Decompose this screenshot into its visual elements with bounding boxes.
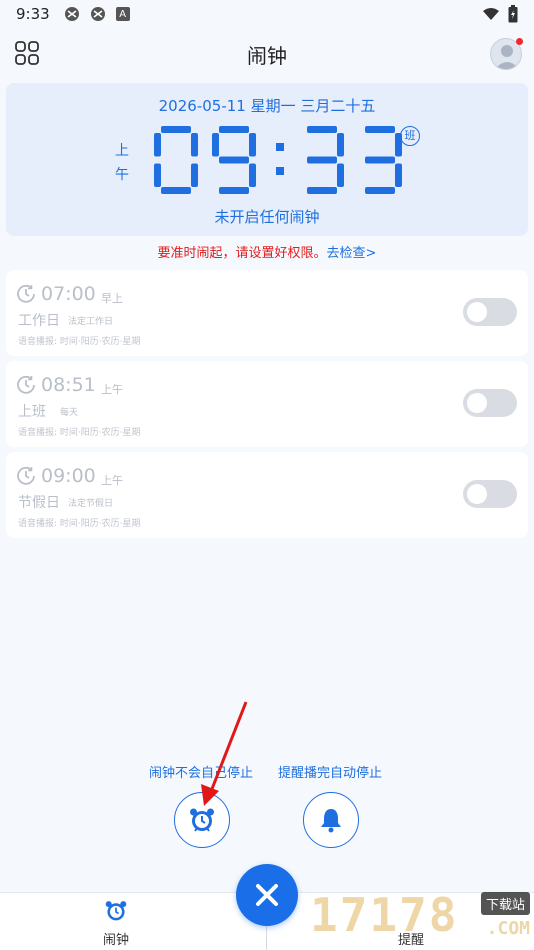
toggle-knob — [467, 302, 487, 322]
alarm-toggle[interactable] — [463, 480, 517, 508]
letter-a-icon: A — [115, 7, 130, 21]
alarm-voice-setting: 语音播报: 时间·阳历·农历·星期 — [18, 519, 141, 529]
page-title: 闹钟 — [247, 43, 287, 68]
digit-segment — [395, 163, 402, 187]
alarm-item[interactable]: 09:00 上午 节假日 法定节假日 语音播报: 时间·阳历·农历·星期 — [6, 452, 528, 538]
alarm-period: 上午 — [101, 383, 123, 396]
nav-divider — [266, 923, 267, 950]
digit-segment — [161, 187, 191, 194]
app-notification-icon — [64, 7, 79, 21]
status-time: 9:33 — [16, 5, 50, 23]
digital-clock-display — [154, 126, 402, 194]
digit-segment — [219, 126, 249, 133]
digit-segment — [307, 187, 337, 194]
alarm-time: 09:00 — [41, 465, 96, 487]
toggle-knob — [467, 484, 487, 504]
watermark-badge: 下载站 — [480, 892, 530, 915]
colon-dot — [276, 143, 284, 151]
grid-menu-icon[interactable] — [14, 40, 40, 66]
alarm-item[interactable]: 07:00 早上 工作日 法定工作日 语音播报: 时间·阳历·农历·星期 — [6, 270, 528, 356]
digit-segment — [212, 133, 219, 157]
alarm-status-text: 未开启任何闹钟 — [214, 208, 320, 226]
clock-outline-icon — [17, 466, 35, 485]
alarm-time: 08:51 — [41, 374, 96, 396]
watermark-digits: 17178 — [310, 888, 459, 942]
alarm-period: 上午 — [101, 474, 123, 487]
alarm-repeat: 法定节假日 — [68, 499, 114, 509]
wifi-icon — [483, 8, 499, 20]
workday-badge: 班 — [400, 126, 420, 146]
digit-segment — [365, 156, 395, 164]
close-icon — [256, 884, 278, 906]
status-bar: 9:33 A — [0, 0, 534, 28]
ampm-top: 上 — [115, 143, 129, 159]
alarm-toggle[interactable] — [463, 298, 517, 326]
digit-segment — [337, 163, 344, 187]
colon-dot — [276, 167, 284, 175]
digit-segment — [219, 187, 249, 194]
clock-card: 2026-05-11 星期一 三月二十五 上 午 班 未开启任何闹钟 — [6, 83, 528, 236]
alarm-period: 早上 — [101, 292, 123, 305]
annotation-arrow — [201, 701, 248, 806]
alarm-name: 节假日 — [18, 495, 60, 511]
alarm-item[interactable]: 08:51 上午 上班 每天 语音播报: 时间·阳历·农历·星期 — [6, 361, 528, 447]
toggle-knob — [467, 393, 487, 413]
alarm-name: 工作日 — [18, 313, 60, 329]
permission-warning-text: 要准时闹起，请设置好权限。 — [157, 246, 327, 261]
check-permission-link[interactable]: 去检查> — [327, 246, 377, 261]
digit-segment — [154, 163, 161, 187]
alarm-repeat: 法定工作日 — [68, 317, 114, 327]
watermark-domain: .COM — [486, 918, 530, 939]
clock-outline-icon — [17, 284, 35, 303]
digit-segment — [191, 133, 198, 157]
digit-segment — [337, 133, 344, 157]
digit-segment — [154, 133, 161, 157]
digit-segment — [219, 156, 249, 164]
alarm-clock-icon — [190, 808, 214, 832]
digit-segment — [191, 163, 198, 187]
digit-segment — [249, 163, 256, 187]
watermark: 17178 下载站 .COM — [310, 880, 534, 950]
bell-icon — [321, 809, 341, 833]
digit-segment — [307, 126, 337, 133]
alarm-repeat: 每天 — [60, 408, 79, 418]
remind-mode-button[interactable] — [303, 792, 359, 848]
app-header: 闹钟 — [0, 30, 534, 78]
clock-outline-icon — [17, 375, 35, 394]
digit-segment — [307, 156, 337, 164]
remind-mode-label: 提醒播完自动停止 — [278, 766, 383, 781]
permission-warning[interactable]: 要准时闹起，请设置好权限。去检查> — [0, 242, 534, 261]
digit-segment — [249, 133, 256, 157]
nav-tab-alarm-label: 闹钟 — [102, 933, 129, 948]
alarm-time: 07:00 — [41, 283, 96, 305]
battery-icon — [508, 5, 518, 23]
app-notification-icon — [90, 7, 105, 21]
digit-segment — [365, 187, 395, 194]
notification-dot — [516, 38, 523, 45]
alarm-voice-setting: 语音播报: 时间·阳历·农历·星期 — [18, 337, 141, 347]
alarm-toggle[interactable] — [463, 389, 517, 417]
digit-segment — [365, 126, 395, 133]
alarm-voice-setting: 语音播报: 时间·阳历·农历·星期 — [18, 428, 141, 438]
alarm-clock-icon — [105, 901, 127, 921]
ampm-bottom: 午 — [115, 167, 129, 183]
close-fab-button[interactable] — [236, 864, 298, 926]
nav-tab-alarm[interactable]: 闹钟 — [86, 899, 146, 948]
ampm-indicator: 上 午 — [113, 141, 131, 185]
digit-segment — [161, 126, 191, 133]
clock-date: 2026-05-11 星期一 三月二十五 — [158, 97, 376, 115]
alarm-name: 上班 — [18, 404, 46, 420]
